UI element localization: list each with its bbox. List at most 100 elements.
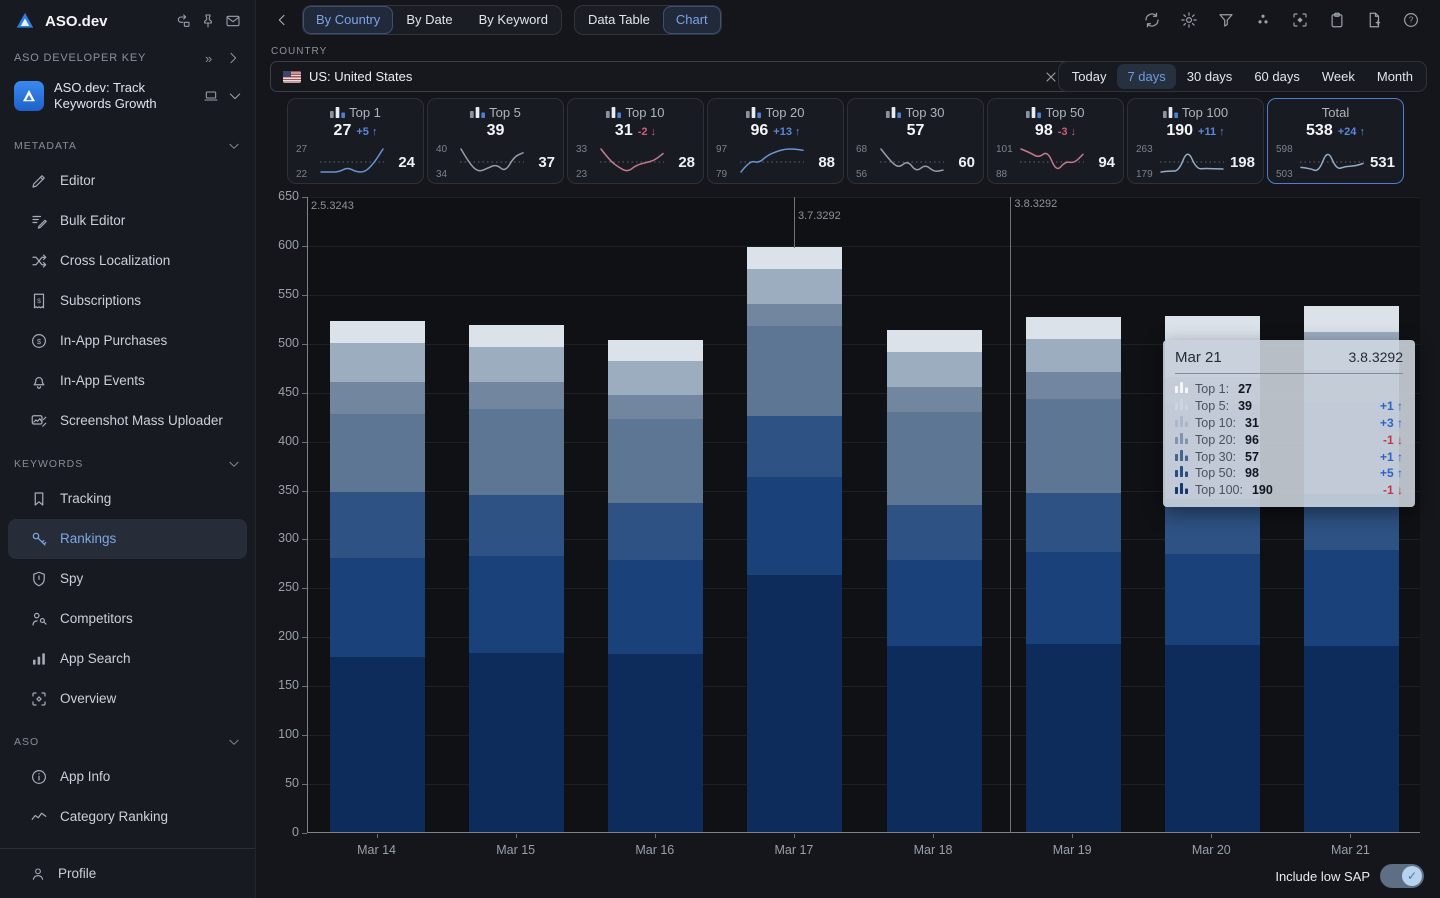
bar-segment-top-30[interactable] [747, 416, 843, 477]
bar-segment-top-5[interactable] [747, 269, 843, 304]
refresh-icon[interactable] [1143, 11, 1161, 29]
stat-card-top-30[interactable]: Top 30 57 68 56 60 [847, 98, 984, 184]
stat-card-top-5[interactable]: Top 5 39 40 34 37 [427, 98, 564, 184]
bar-segment-top-10[interactable] [886, 386, 982, 413]
tab-chart[interactable]: Chart [662, 6, 721, 34]
bar-segment-top-1[interactable] [1164, 316, 1260, 340]
range-60-days[interactable]: 60 days [1243, 69, 1311, 84]
bar-segment-top-1[interactable] [1025, 317, 1121, 339]
bar-segment-top-10[interactable] [1025, 372, 1121, 399]
sidebar-item-competitors[interactable]: Competitors [8, 599, 247, 639]
bar-segment-top-100[interactable] [608, 653, 704, 832]
double-chevron-right-icon[interactable]: » [205, 51, 213, 66]
sidebar-item-in-app-events[interactable]: In-App Events [8, 361, 247, 401]
sidebar-item-editor[interactable]: Editor [8, 161, 247, 201]
sidebar-item-bulk-editor[interactable]: Bulk Editor [8, 201, 247, 241]
bar-segment-top-5[interactable] [1025, 338, 1121, 373]
bar-segment-top-20[interactable] [886, 412, 982, 506]
bar-segment-top-10[interactable] [747, 303, 843, 327]
document-add-icon[interactable] [1365, 11, 1383, 29]
bar-segment-top-100[interactable] [469, 652, 565, 832]
stat-card-top-10[interactable]: Top 10 31 -2 ↓ 33 23 28 [567, 98, 704, 184]
help-icon[interactable]: ? [1402, 11, 1420, 29]
range-week[interactable]: Week [1311, 69, 1366, 84]
bar-segment-top-20[interactable] [469, 409, 565, 496]
sidebar-item-rankings[interactable]: Rankings [8, 518, 247, 559]
sidebar-item-app-search[interactable]: App Search [8, 639, 247, 679]
sidebar-item-overview[interactable]: Overview [8, 679, 247, 719]
bar-segment-top-10[interactable] [330, 381, 426, 415]
bar-segment-top-100[interactable] [330, 656, 426, 832]
tab-data-table[interactable]: Data Table [575, 6, 663, 34]
workflow-icon[interactable] [175, 13, 191, 29]
back-button[interactable] [274, 12, 290, 28]
bar-segment-top-20[interactable] [747, 326, 843, 417]
bar-segment-top-50[interactable] [608, 560, 704, 654]
chevron-right-icon[interactable] [225, 50, 241, 66]
bar-segment-top-5[interactable] [608, 361, 704, 395]
bar-segment-top-1[interactable] [608, 339, 704, 362]
chevron-down-icon[interactable] [227, 139, 241, 153]
dots-icon[interactable] [1254, 11, 1272, 29]
tab-by-country[interactable]: By Country [303, 6, 394, 34]
sidebar-item-in-app-purchases[interactable]: $ In-App Purchases [8, 321, 247, 361]
range-7-days[interactable]: 7 days [1117, 64, 1176, 89]
bar-segment-top-5[interactable] [330, 342, 426, 382]
stat-card-top-1[interactable]: Top 1 27 +5 ↑ 27 22 24 [287, 98, 424, 184]
bar-segment-top-20[interactable] [330, 414, 426, 492]
scan-icon[interactable] [1291, 11, 1309, 29]
chart-plot-area[interactable] [307, 197, 1420, 833]
bar-segment-top-50[interactable] [330, 558, 426, 657]
bar-segment-top-10[interactable] [608, 394, 704, 420]
mail-icon[interactable] [225, 13, 241, 29]
bar-segment-top-50[interactable] [1303, 550, 1399, 647]
bar-segment-top-30[interactable] [1164, 499, 1260, 555]
bar-segment-top-5[interactable] [469, 346, 565, 382]
sidebar-item-spy[interactable]: Spy [8, 559, 247, 599]
sidebar-item-screenshot-mass-uploader[interactable]: Screenshot Mass Uploader [8, 401, 247, 441]
bar-segment-top-100[interactable] [747, 574, 843, 832]
bar-segment-top-100[interactable] [1303, 646, 1399, 832]
sidebar-item-profile[interactable]: Profile [0, 848, 255, 898]
bar-segment-top-30[interactable] [886, 505, 982, 560]
bar-segment-top-1[interactable] [469, 325, 565, 347]
bar-segment-top-30[interactable] [330, 491, 426, 559]
bar-segment-top-50[interactable] [1025, 552, 1121, 645]
include-low-sap-toggle[interactable]: ✓ [1380, 864, 1424, 888]
bar-segment-top-50[interactable] [747, 476, 843, 575]
sidebar-item-tracking[interactable]: Tracking [8, 479, 247, 519]
tab-by-date[interactable]: By Date [393, 6, 465, 34]
chevron-down-icon[interactable] [227, 457, 241, 471]
bar-segment-top-100[interactable] [1025, 644, 1121, 832]
sidebar-item-category-ranking[interactable]: Category Ranking [8, 797, 247, 837]
sidebar-item-app-info[interactable]: App Info [8, 757, 247, 797]
bar-segment-top-1[interactable] [886, 330, 982, 352]
stat-card-top-50[interactable]: Top 50 98 -3 ↓ 101 88 94 [987, 98, 1124, 184]
gear-icon[interactable] [1180, 11, 1198, 29]
country-select[interactable]: US: United States [270, 61, 1106, 92]
bar-segment-top-20[interactable] [1025, 398, 1121, 494]
range-today[interactable]: Today [1061, 69, 1118, 84]
bar-segment-top-100[interactable] [1164, 645, 1260, 832]
tab-by-keyword[interactable]: By Keyword [466, 6, 561, 34]
range-30-days[interactable]: 30 days [1176, 69, 1244, 84]
stat-card-total[interactable]: Total 538 +24 ↑ 598 503 531 [1267, 98, 1404, 184]
sidebar-item-subscriptions[interactable]: $ Subscriptions [8, 281, 247, 321]
chevron-down-icon[interactable] [227, 88, 243, 104]
bar-segment-top-10[interactable] [469, 381, 565, 410]
pin-icon[interactable] [200, 13, 216, 29]
bar-segment-top-50[interactable] [469, 556, 565, 653]
close-icon[interactable] [1043, 69, 1059, 85]
chevron-down-icon[interactable] [227, 735, 241, 749]
sidebar-item-cross-localization[interactable]: Cross Localization [8, 241, 247, 281]
bar-segment-top-1[interactable] [747, 246, 843, 270]
bar-segment-top-30[interactable] [1025, 493, 1121, 553]
bar-segment-top-1[interactable] [1303, 305, 1399, 333]
bar-segment-top-100[interactable] [886, 646, 982, 832]
stat-card-top-100[interactable]: Top 100 190 +11 ↑ 263 179 198 [1127, 98, 1264, 184]
bar-segment-top-20[interactable] [608, 419, 704, 504]
clipboard-icon[interactable] [1328, 11, 1346, 29]
bar-segment-top-50[interactable] [886, 560, 982, 647]
stat-card-top-20[interactable]: Top 20 96 +13 ↑ 97 79 88 [707, 98, 844, 184]
bar-segment-top-50[interactable] [1164, 554, 1260, 646]
